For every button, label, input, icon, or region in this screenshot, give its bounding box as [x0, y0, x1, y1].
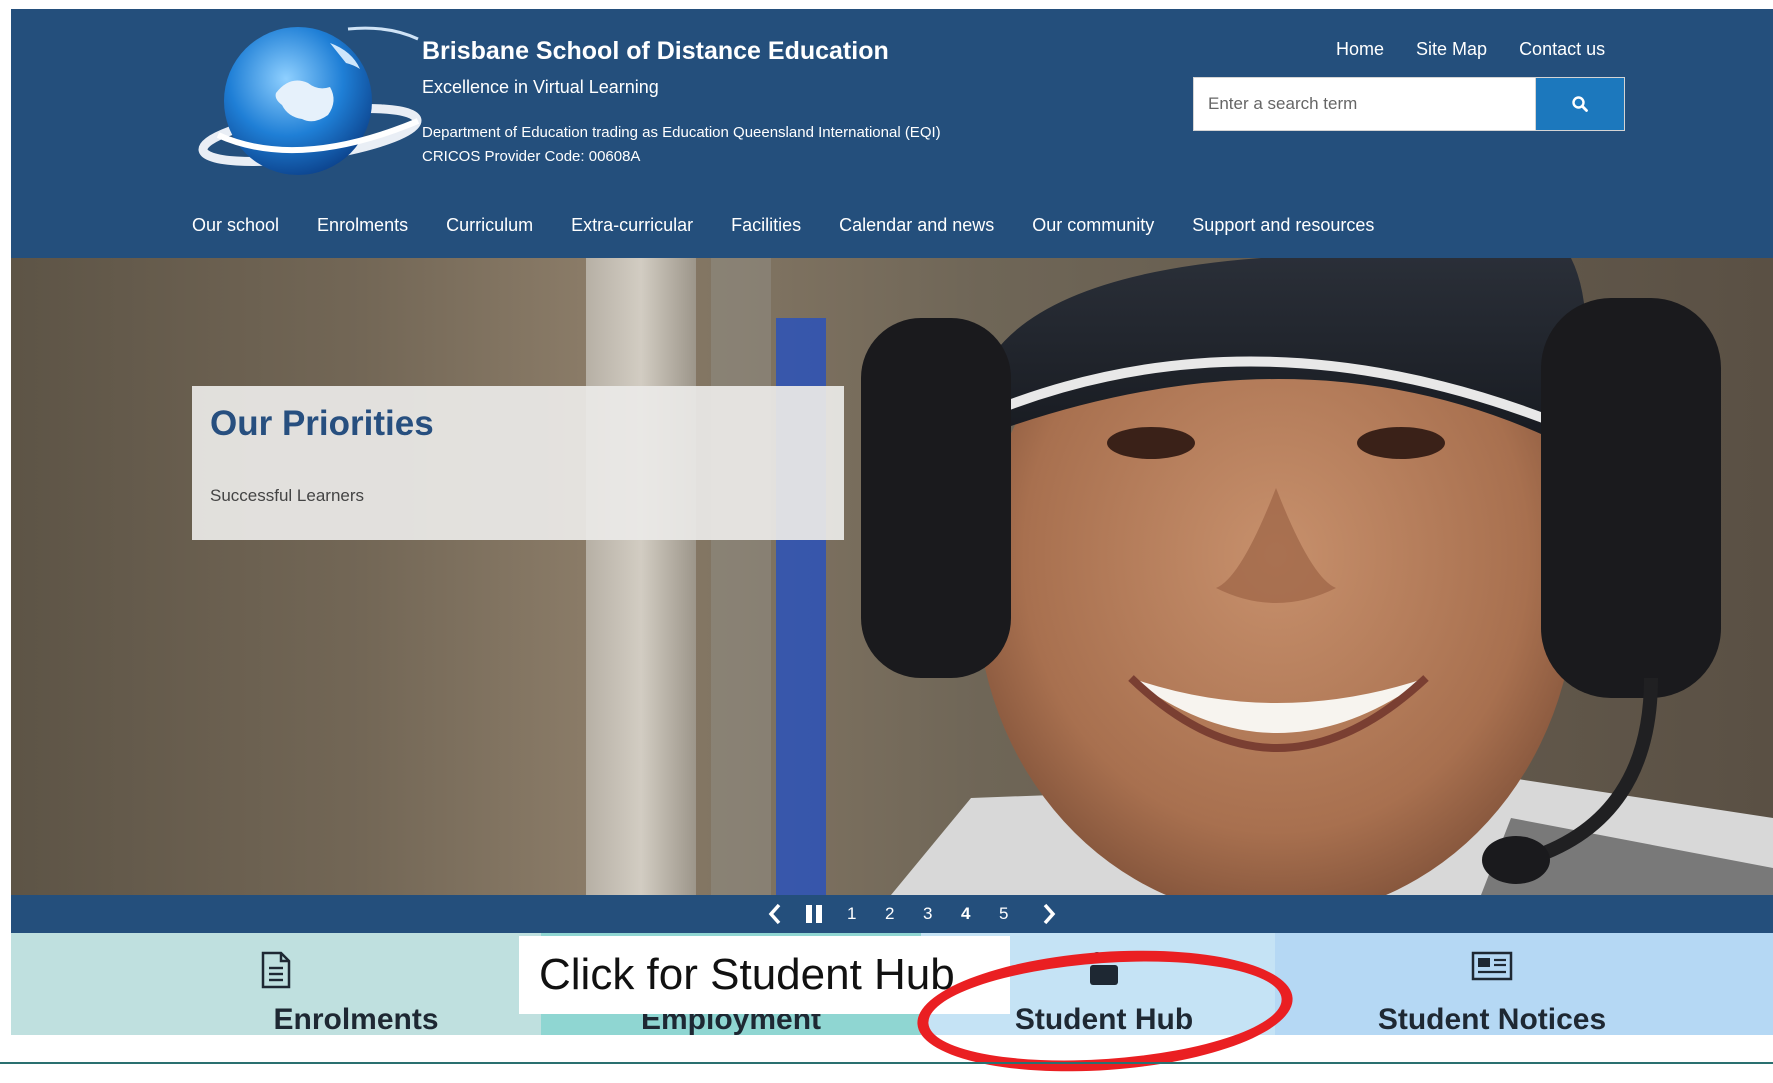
home-link[interactable]: Home — [1336, 39, 1384, 60]
carousel-controls: 1 2 3 4 5 — [11, 895, 1773, 933]
chevron-left-icon — [768, 903, 781, 925]
priority-panel: Our Priorities Successful Learners — [192, 386, 844, 540]
hero-carousel[interactable]: Our Priorities Successful Learners — [11, 258, 1773, 895]
bottom-divider — [0, 1062, 1773, 1064]
search-icon — [1572, 96, 1588, 112]
search-button[interactable] — [1535, 77, 1625, 131]
carousel-pause-button[interactable] — [804, 895, 824, 933]
priority-heading[interactable]: Our Priorities — [210, 404, 434, 444]
carousel-page-2[interactable]: 2 — [885, 895, 894, 933]
site-title[interactable]: Brisbane School of Distance Education — [422, 37, 889, 66]
site-header: Brisbane School of Distance Education Ex… — [11, 9, 1773, 258]
carousel-next-button[interactable] — [1041, 895, 1057, 933]
utility-nav: Home Site Map Contact us — [1336, 39, 1605, 60]
priority-item: Successful Learners — [210, 486, 365, 505]
cricos-code: CRICOS Provider Code: 00608A — [422, 148, 641, 165]
nav-our-school[interactable]: Our school — [192, 215, 279, 236]
annotation-text: Click for Student Hub — [539, 950, 955, 999]
tile-student-notices[interactable]: Student Notices — [1275, 933, 1773, 1035]
carousel-page-3[interactable]: 3 — [923, 895, 932, 933]
document-icon — [261, 951, 291, 989]
tile-enrolments[interactable]: Enrolments — [11, 933, 541, 1035]
pause-icon — [806, 905, 822, 923]
chevron-right-icon — [1043, 903, 1056, 925]
carousel-page-5[interactable]: 5 — [999, 895, 1008, 933]
carousel-page-1[interactable]: 1 — [847, 895, 856, 933]
tile-student-notices-label: Student Notices — [1377, 1003, 1607, 1035]
site-map-link[interactable]: Site Map — [1416, 39, 1487, 60]
search-form — [1193, 77, 1625, 131]
nav-enrolments[interactable]: Enrolments — [317, 215, 408, 236]
nav-facilities[interactable]: Facilities — [731, 215, 801, 236]
carousel-prev-button[interactable] — [767, 895, 783, 933]
search-input[interactable] — [1193, 77, 1535, 131]
nav-support-and-resources[interactable]: Support and resources — [1192, 215, 1374, 236]
main-nav: Our school Enrolments Curriculum Extra-c… — [192, 215, 1374, 236]
nav-our-community[interactable]: Our community — [1032, 215, 1154, 236]
browser-viewport: Brisbane School of Distance Education Ex… — [11, 9, 1773, 1035]
carousel-page-4[interactable]: 4 — [961, 895, 970, 933]
globe-logo-icon[interactable] — [198, 23, 426, 181]
nav-extra-curricular[interactable]: Extra-curricular — [571, 215, 693, 236]
nav-curriculum[interactable]: Curriculum — [446, 215, 533, 236]
nav-calendar-and-news[interactable]: Calendar and news — [839, 215, 994, 236]
department-text: Department of Education trading as Educa… — [422, 124, 941, 141]
hero-photo — [586, 258, 1773, 895]
contact-us-link[interactable]: Contact us — [1519, 39, 1605, 60]
newspaper-icon — [1471, 951, 1513, 981]
site-tagline: Excellence in Virtual Learning — [422, 77, 659, 97]
